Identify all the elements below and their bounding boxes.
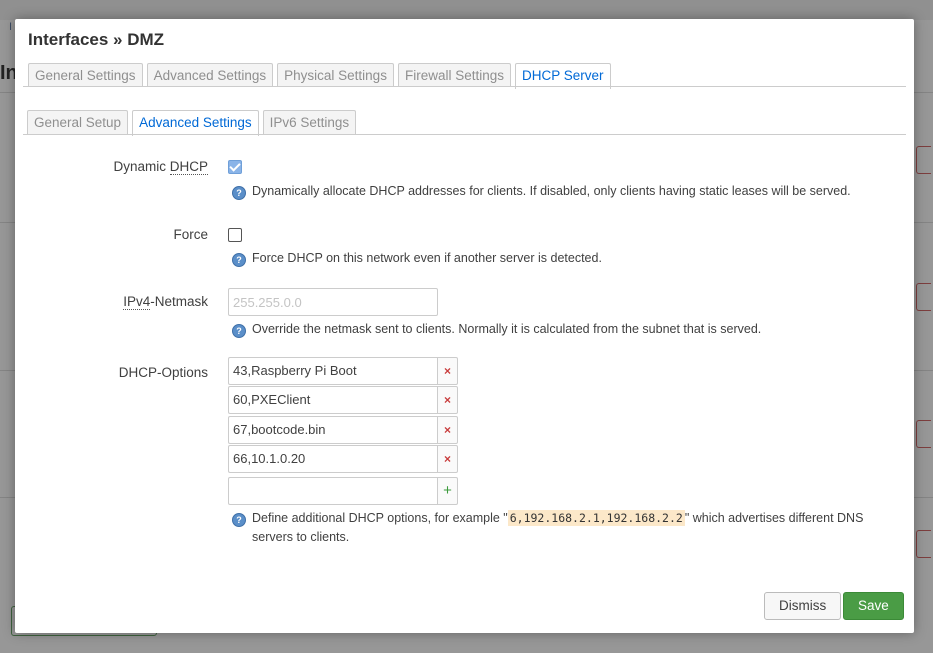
dynamic-dhcp-label: Dynamic DHCP [113, 159, 208, 175]
help-icon: ? [232, 186, 246, 200]
add-option-button[interactable]: + [437, 477, 458, 505]
remove-option-button[interactable]: × [437, 445, 458, 473]
force-checkbox[interactable] [228, 228, 242, 242]
dhcp-option-row: 43,Raspberry Pi Boot × [228, 357, 458, 385]
tab-divider [23, 86, 906, 87]
subtab-ipv6-settings[interactable]: IPv6 Settings [262, 110, 357, 134]
subtab-divider [23, 134, 906, 135]
help-icon: ? [232, 513, 246, 527]
dhcp-options-label: DHCP-Options [118, 365, 208, 380]
tab-physical-settings[interactable]: Physical Settings [277, 63, 394, 87]
subtab-general-setup[interactable]: General Setup [27, 110, 129, 134]
dhcp-option-value[interactable]: 66,10.1.0.20 [228, 445, 437, 473]
dynamic-dhcp-checkbox[interactable] [228, 160, 242, 174]
ipv4-abbreviation: IPv4 [123, 294, 151, 310]
help-text-start: Define additional DHCP options, for exam… [252, 511, 508, 525]
dynamic-dhcp-help: ? Dynamically allocate DHCP addresses fo… [232, 182, 851, 201]
force-help-text: Force DHCP on this network even if anoth… [252, 251, 602, 265]
new-dhcp-option-input[interactable] [228, 477, 437, 505]
dhcp-options-help: ? Define additional DHCP options, for ex… [232, 509, 892, 547]
interface-dialog: Interfaces » DMZ General Settings Advanc… [15, 19, 914, 633]
dynamic-dhcp-label-prefix: Dynamic [113, 159, 170, 174]
save-button[interactable]: Save [843, 592, 904, 620]
tab-advanced-settings[interactable]: Advanced Settings [146, 63, 274, 87]
help-icon: ? [232, 324, 246, 338]
dhcp-option-row: 66,10.1.0.20 × [228, 445, 458, 473]
dialog-title: Interfaces » DMZ [28, 30, 165, 49]
dhcp-options-help-text: Define additional DHCP options, for exam… [252, 509, 892, 547]
dhcp-option-value[interactable]: 43,Raspberry Pi Boot [228, 357, 437, 385]
netmask-help: ? Override the netmask sent to clients. … [232, 320, 761, 339]
netmask-help-text: Override the netmask sent to clients. No… [252, 322, 762, 336]
dhcp-subtabs: General Setup Advanced Settings IPv6 Set… [27, 110, 357, 136]
dhcp-option-row: 60,PXEClient × [228, 386, 458, 414]
netmask-input[interactable] [228, 288, 438, 316]
section-tabs: General Settings Advanced Settings Physi… [28, 63, 611, 89]
force-help: ? Force DHCP on this network even if ano… [232, 249, 602, 268]
remove-option-button[interactable]: × [437, 386, 458, 414]
new-dhcp-option-row: + [228, 477, 458, 505]
tab-firewall-settings[interactable]: Firewall Settings [397, 63, 511, 87]
dhcp-option-row: 67,bootcode.bin × [228, 416, 458, 444]
dhcp-option-value[interactable]: 60,PXEClient [228, 386, 437, 414]
dynamic-dhcp-help-text: Dynamically allocate DHCP addresses for … [252, 184, 851, 198]
netmask-label: IPv4-Netmask [123, 294, 208, 310]
subtab-advanced-settings[interactable]: Advanced Settings [132, 110, 259, 136]
help-icon: ? [232, 253, 246, 267]
dhcp-abbreviation: DHCP [169, 159, 208, 175]
netmask-label-suffix: -Netmask [150, 294, 208, 309]
dhcp-option-value[interactable]: 67,bootcode.bin [228, 416, 437, 444]
remove-option-button[interactable]: × [437, 357, 458, 385]
example-code: 6,192.168.2.1,192.168.2.2 [507, 510, 685, 526]
dismiss-button[interactable]: Dismiss [764, 592, 842, 620]
tab-general-settings[interactable]: General Settings [28, 63, 143, 87]
force-label: Force [173, 227, 208, 242]
remove-option-button[interactable]: × [437, 416, 458, 444]
